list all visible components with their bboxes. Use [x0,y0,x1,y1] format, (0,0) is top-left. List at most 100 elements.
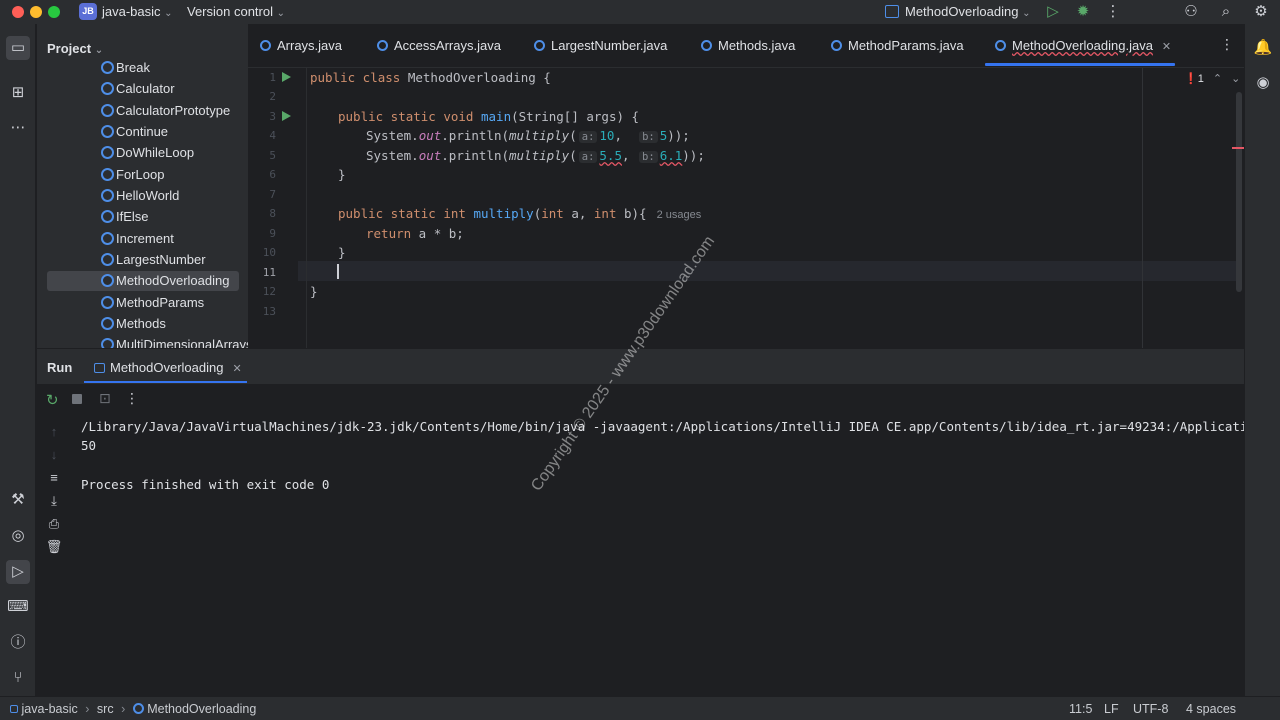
code-token: b){ [616,206,647,221]
indent-setting[interactable]: 4 spaces [1186,702,1236,716]
class-icon [101,61,114,74]
scroll-to-end-icon[interactable]: ⤓ [45,492,63,510]
run-gutter-icon[interactable] [282,111,291,121]
print-icon[interactable]: ⎙ [45,515,63,533]
stop-icon[interactable] [72,394,82,404]
tree-item-multidimensionalarrays[interactable]: MultiDimensionalArrays [47,335,248,348]
tree-item-break[interactable]: Break [47,58,239,78]
file-encoding[interactable]: UTF-8 [1133,702,1168,716]
tree-item-methodparams[interactable]: MethodParams [47,293,239,313]
tree-item-calculatorprototype[interactable]: CalculatorPrototype [47,101,239,121]
breadcrumb-class[interactable]: MethodOverloading [147,702,256,716]
settings-gear-icon[interactable]: ⚙ [1252,3,1270,21]
chevron-right-icon: › [85,702,90,716]
project-panel-title[interactable]: Project ⌄ [47,41,103,56]
close-window-button[interactable] [12,6,24,18]
tree-item-increment[interactable]: Increment [47,229,239,249]
vcs-label: Version control [187,4,273,19]
tree-item-methods[interactable]: Methods [47,314,239,334]
tab-methodoverloading-java[interactable]: MethodOverloading.java ✕ [995,38,1171,53]
code-token: System. [366,148,419,163]
arrow-down-icon[interactable]: ↓ [45,446,63,464]
code-token: int [541,206,564,221]
error-indicator[interactable]: ❗1 ⌃ ⌄ [1184,72,1240,85]
close-tab-icon[interactable]: ✕ [232,363,241,375]
editor-scrollbar[interactable] [1236,92,1242,292]
tree-item-label: LargestNumber [116,252,206,267]
search-icon[interactable]: ⌕ [1217,3,1235,21]
tree-item-dowhileloop[interactable]: DoWhileLoop [47,143,239,163]
tab-methodparams-java[interactable]: MethodParams.java [831,38,964,53]
tree-item-methodoverloading[interactable]: MethodOverloading [47,271,239,291]
run-config-dropdown[interactable]: MethodOverloading ⌄ [905,4,1030,19]
console-line: Process finished with exit code 0 [81,477,330,492]
code-token: 6.1 [659,148,683,163]
minimize-window-button[interactable] [30,6,42,18]
run-icon[interactable]: ▷ [1044,3,1062,21]
project-folder-icon[interactable]: ▭ [6,36,30,60]
tree-item-ifelse[interactable]: IfElse [47,207,239,227]
code-token: ( [569,148,577,163]
code-token: MethodOverloading { [400,70,551,85]
vcs-dropdown[interactable]: Version control ⌄ [187,4,285,19]
project-name-dropdown[interactable]: java-basic ⌄ [102,4,173,19]
tree-item-forloop[interactable]: ForLoop [47,165,239,185]
tab-methods-java[interactable]: Methods.java [701,38,795,53]
line-number: 3 [269,110,276,123]
line-separator[interactable]: LF [1104,702,1119,716]
current-line-highlight [298,261,1238,281]
tab-arrays-java[interactable]: Arrays.java [260,38,342,53]
class-icon [101,210,114,223]
ai-assistant-icon[interactable]: ◉ [1251,71,1275,95]
more-options-icon[interactable]: ⋮ [125,390,139,407]
structure-icon[interactable]: ⊞ [6,81,30,105]
tree-item-helloworld[interactable]: HelloWorld [47,186,239,206]
code-editor[interactable]: ❗1 ⌃ ⌄ 1 2 3 4 5 6 7 8 9 10 11 12 13 pub… [248,68,1244,348]
add-user-icon[interactable]: ⚇ [1182,3,1200,21]
console-output[interactable]: /Library/Java/JavaVirtualMachines/jdk-23… [69,416,1280,696]
code-token: , [621,148,630,163]
build-hammer-icon[interactable]: ⚒ [6,488,30,512]
tab-options-icon[interactable]: ⋮ [1220,36,1234,53]
soft-wrap-icon[interactable]: ≡ [45,469,63,487]
tab-largestnumber-java[interactable]: LargestNumber.java [534,38,667,53]
run-tab-methodoverloading[interactable]: MethodOverloading ✕ [94,360,242,375]
arrow-up-icon[interactable]: ↑ [45,423,63,441]
breadcrumb-project[interactable]: java-basic [21,702,77,716]
tree-item-continue[interactable]: Continue [47,122,239,142]
class-icon [101,274,114,287]
code-token: System. [366,128,419,143]
notifications-bell-icon[interactable]: 🔔 [1251,36,1275,60]
error-stripe-mark[interactable] [1232,147,1244,149]
run-tool-icon[interactable]: ▷ [6,560,30,584]
more-tools-icon[interactable]: ⋯ [6,116,30,140]
more-actions-icon[interactable]: ⋮ [1104,3,1122,21]
run-config-icon [94,363,105,373]
git-branch-icon[interactable]: ⑂ [6,666,30,690]
rerun-icon[interactable]: ↻ [46,391,59,409]
services-icon[interactable]: ◎ [6,524,30,548]
tree-item-calculator[interactable]: Calculator [47,79,239,99]
project-badge[interactable]: JB [79,3,97,20]
usages-hint[interactable]: 2 usages [657,209,702,221]
run-gutter-icon[interactable] [282,72,291,82]
terminal-icon[interactable]: ⌨ [6,595,30,619]
chevron-down-icon: ⌄ [1022,8,1031,19]
chevron-up-icon[interactable]: ⌃ [1213,73,1222,85]
line-number: 1 [269,71,276,84]
breadcrumb-src[interactable]: src [97,702,114,716]
tree-item-largestnumber[interactable]: LargestNumber [47,250,239,270]
tab-label: LargestNumber.java [551,38,668,53]
code-token: return [366,226,412,241]
zoom-window-button[interactable] [48,6,60,18]
caret-position[interactable]: 11:5 [1069,702,1092,716]
problems-icon[interactable]: ⓘ [6,631,30,655]
chevron-down-icon[interactable]: ⌄ [1231,73,1240,85]
debug-icon[interactable]: ✹ [1074,3,1092,21]
tab-label: AccessArrays.java [394,38,501,53]
close-tab-icon[interactable]: ✕ [1162,41,1171,53]
trash-icon[interactable]: 🗑 [45,538,63,556]
line-number: 5 [269,149,276,162]
screenshot-icon[interactable]: ⊡ [99,390,111,407]
tab-accessarrays-java[interactable]: AccessArrays.java [377,38,501,53]
